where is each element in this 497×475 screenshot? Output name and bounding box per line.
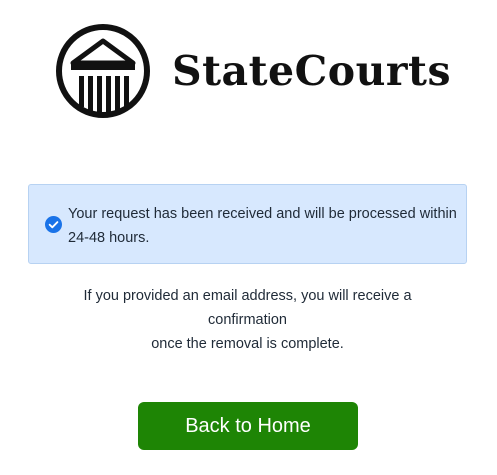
alert-message: Your request has been received and will … [68, 206, 457, 246]
check-circle-icon [45, 216, 62, 233]
info-line: once the removal is complete. [151, 336, 344, 352]
back-to-home-button[interactable]: Back to Home [138, 402, 358, 450]
courthouse-pillars-icon [56, 24, 150, 118]
site-logo[interactable]: StateCourts [55, 23, 475, 119]
confirmation-info: If you provided an email address, you wi… [28, 284, 467, 356]
info-line: confirmation [208, 312, 287, 328]
brand-name: StateCourts [172, 47, 452, 95]
success-alert: Your request has been received and will … [28, 184, 467, 264]
info-line: If you provided an email address, you wi… [83, 288, 412, 304]
